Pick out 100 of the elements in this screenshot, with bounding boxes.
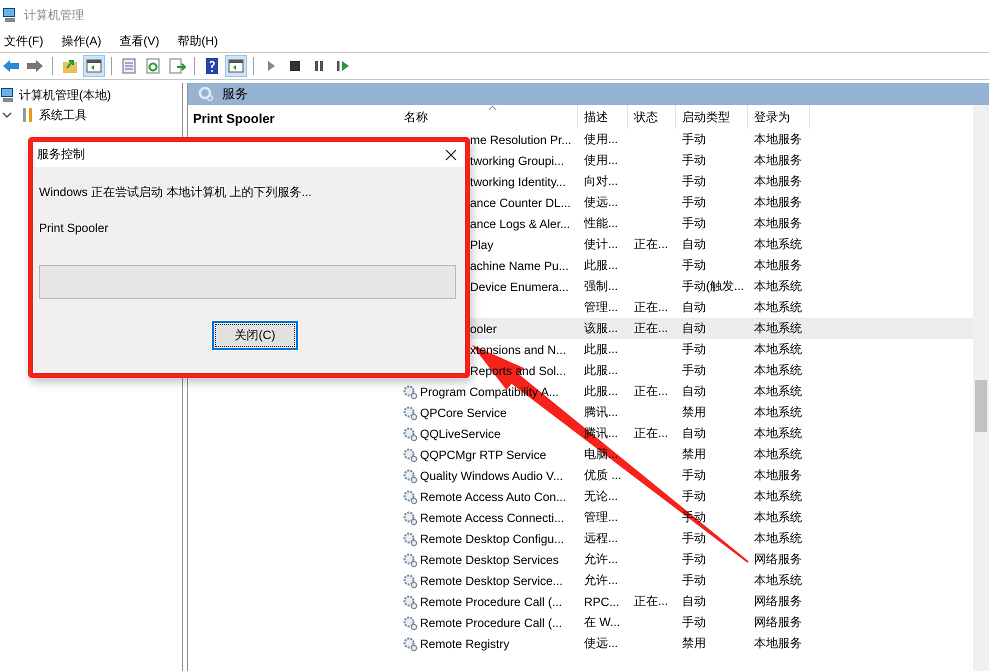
service-name: Remote Procedure Call (... — [420, 594, 562, 608]
log-on-as: 本地系统 — [754, 530, 802, 547]
service-row[interactable]: Remote Desktop Service... 允许... 手动 本地系统 — [398, 570, 973, 591]
service-status: 正在... — [634, 593, 668, 610]
service-name: ance Counter DL... — [470, 196, 571, 210]
service-name: me Resolution Pr... — [470, 132, 572, 146]
column-header[interactable]: 名称 — [398, 105, 578, 129]
startup-type: 禁用 — [682, 635, 706, 652]
service-row[interactable]: QPCore Service 腾讯... 禁用 本地系统 — [398, 402, 973, 423]
gear-icon — [402, 384, 418, 400]
service-name: Quality Windows Audio V... — [420, 468, 563, 482]
startup-type: 自动 — [682, 236, 706, 253]
gear-icon — [402, 426, 418, 442]
service-row[interactable]: Remote Registry 使远... 禁用 本地服务 — [398, 633, 973, 654]
log-on-as: 本地系统 — [754, 236, 802, 253]
startup-type: 手动 — [682, 572, 706, 589]
service-description: 使用... — [584, 131, 618, 148]
service-name: ooler — [470, 322, 497, 336]
startup-type: 手动(触发... — [682, 278, 744, 295]
service-description: 使计... — [584, 236, 618, 253]
log-on-as: 本地系统 — [754, 341, 802, 358]
service-row[interactable]: Remote Desktop Services 允许... 手动 网络服务 — [398, 549, 973, 570]
startup-type: 手动 — [682, 173, 706, 190]
service-row[interactable]: Remote Access Auto Con... 无论... 手动 本地系统 — [398, 486, 973, 507]
service-name: QQPCMgr RTP Service — [420, 448, 546, 462]
menu-item[interactable]: 文件(F) — [0, 32, 58, 50]
back-arrow-icon — [2, 57, 20, 75]
service-name: Device Enumera... — [470, 280, 569, 294]
service-status: 正在... — [634, 236, 668, 253]
service-name: achine Name Pu... — [470, 258, 569, 272]
scroll-thumb[interactable] — [975, 380, 987, 432]
startup-type: 手动 — [682, 194, 706, 211]
gear-icon — [402, 530, 418, 546]
startup-type: 手动 — [682, 362, 706, 379]
tree-item[interactable]: 计算机管理(本地) — [19, 86, 111, 104]
log-on-as: 本地系统 — [754, 362, 802, 379]
service-description: 强制... — [584, 278, 618, 295]
gear-icon — [402, 488, 418, 504]
service-description: 远程... — [584, 530, 618, 547]
forward-arrow-icon — [26, 57, 44, 75]
log-on-as: 网络服务 — [754, 551, 802, 568]
column-header[interactable]: 启动类型 — [676, 105, 748, 129]
panel-icon — [85, 57, 103, 75]
service-name: tworking Identity... — [470, 174, 566, 188]
pane-button[interactable] — [225, 55, 247, 77]
column-header[interactable]: 登录为 — [748, 105, 810, 129]
close-icon[interactable] — [445, 148, 457, 160]
scrollbar[interactable] — [973, 105, 989, 671]
log-on-as: 本地服务 — [754, 194, 802, 211]
service-row[interactable]: Remote Procedure Call (... RPC... 正在... 自动 网络服务 — [398, 591, 973, 612]
service-row[interactable]: Quality Windows Audio V... 优质 ... 手动 本地服务 — [398, 465, 973, 486]
sort-caret-icon — [488, 105, 496, 111]
log-on-as: 本地服务 — [754, 152, 802, 169]
service-name: Print Spooler — [39, 221, 110, 235]
list-icon — [120, 57, 138, 75]
startup-type: 自动 — [682, 299, 706, 316]
service-description: 该服... — [584, 320, 618, 337]
service-name: QQLiveService — [420, 426, 501, 440]
menu-item[interactable]: 查看(V) — [115, 32, 174, 50]
tree-item[interactable]: 系统工具 — [39, 106, 87, 124]
service-description: 性能... — [584, 215, 618, 232]
tree-button[interactable] — [83, 55, 105, 77]
service-description: 此服... — [584, 362, 618, 379]
log-on-as: 本地服务 — [754, 467, 802, 484]
service-row[interactable]: Remote Procedure Call (... 在 W... 手动 网络服务 — [398, 612, 973, 633]
service-description: 此服... — [584, 341, 618, 358]
log-on-as: 本地系统 — [754, 320, 802, 337]
service-description: 允许... — [584, 572, 618, 589]
close-button[interactable]: 关闭(C) — [212, 321, 298, 350]
service-description: 使远... — [584, 635, 618, 652]
menu-item[interactable]: 帮助(H) — [173, 32, 232, 50]
menu-item[interactable]: 操作(A) — [57, 32, 116, 50]
startup-type: 自动 — [682, 383, 706, 400]
service-row[interactable]: Remote Desktop Configu... 远程... 手动 本地系统 — [398, 528, 973, 549]
folder-icon — [61, 57, 79, 75]
service-description: 允许... — [584, 551, 618, 568]
dialog-title: 服务控制 — [37, 146, 85, 163]
gear-icon — [402, 404, 418, 420]
log-on-as: 本地系统 — [754, 278, 802, 295]
startup-type: 手动 — [682, 467, 706, 484]
column-header[interactable]: 状态 — [628, 105, 676, 129]
log-on-as: 本地服务 — [754, 215, 802, 232]
log-on-as: 本地系统 — [754, 509, 802, 526]
startup-type: 自动 — [682, 320, 706, 337]
chevron-down-icon[interactable] — [2, 110, 12, 120]
service-name: ance Logs & Aler... — [470, 216, 570, 230]
service-description: 此服... — [584, 257, 618, 274]
service-name: Remote Access Connecti... — [420, 510, 564, 524]
gear-icon — [402, 614, 418, 630]
service-description: 使远... — [584, 194, 618, 211]
gear-icon — [402, 510, 418, 526]
log-on-as: 本地服务 — [754, 173, 802, 190]
service-row[interactable]: QQPCMgr RTP Service 电脑... 禁用 本地系统 — [398, 444, 973, 465]
service-name: Remote Registry — [420, 636, 510, 650]
refresh-icon — [144, 57, 162, 75]
service-status: 正在... — [634, 425, 668, 442]
service-description: 此服... — [584, 383, 618, 400]
service-description: 管理... — [584, 299, 618, 316]
service-name: Remote Desktop Services — [420, 552, 559, 566]
column-header[interactable]: 描述 — [578, 105, 628, 129]
